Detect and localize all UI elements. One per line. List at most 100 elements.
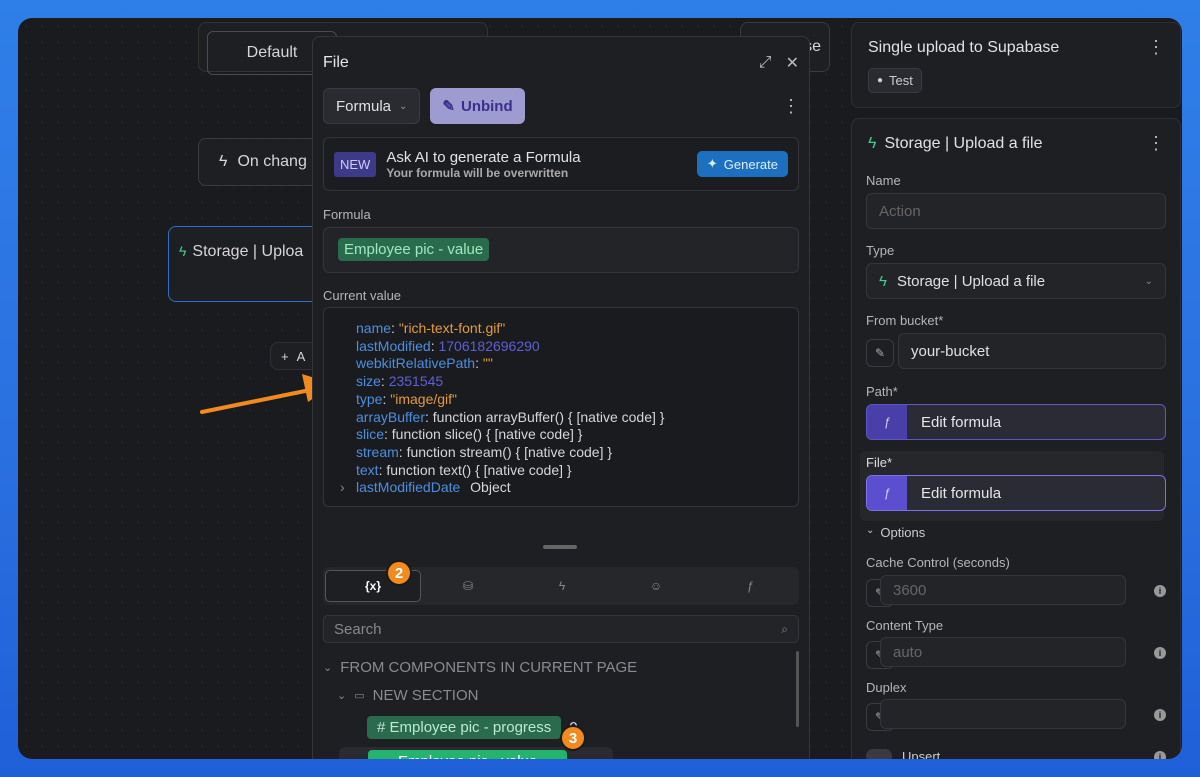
chevron-down-icon: ⌄	[337, 689, 347, 702]
value-key: lastModified	[356, 337, 431, 354]
current-value-box: name: "rich-text-font.gif" lastModified: …	[323, 307, 799, 507]
resize-handle[interactable]	[543, 545, 577, 549]
options-label: Options	[880, 525, 926, 540]
value-variable-chip[interactable]: Employee pic - value	[368, 749, 568, 759]
content-type-placeholder: auto	[893, 643, 923, 661]
value-val: function stream() { [native code] }	[406, 443, 613, 460]
ai-generate-box: NEW Ask AI to generate a Formula Your fo…	[323, 137, 799, 191]
info-icon[interactable]: i	[1154, 647, 1166, 659]
chevron-right-icon: ›	[355, 753, 360, 760]
workflow-title: Single upload to Supabase	[868, 38, 1060, 56]
variables-icon: {x}	[364, 579, 381, 593]
function-icon: ƒ	[867, 476, 907, 510]
value-line: arrayBuffer: function arrayBuffer() { [n…	[356, 408, 665, 425]
hash-icon: #	[377, 718, 390, 736]
value-val: function text() { [native code] }	[386, 461, 572, 478]
tree-subsection-row[interactable]: ⌄ ▭ NEW SECTION	[323, 681, 799, 709]
value-val: function arrayBuffer() { [native code] }	[432, 408, 665, 425]
value-val: ""	[482, 355, 493, 372]
bucket-value: your-bucket	[911, 342, 990, 360]
tab-formulas[interactable]: ƒ	[703, 570, 797, 602]
test-label: Test	[889, 73, 913, 88]
formula-editor[interactable]: Employee pic - value	[323, 227, 799, 273]
supabase-bolt-icon: ϟ	[868, 134, 877, 152]
formula-variable-chip[interactable]: Employee pic - value	[338, 238, 490, 261]
user-icon: ☺	[649, 579, 663, 593]
test-button[interactable]: ● Test	[868, 68, 922, 93]
file-formula-popup: File ⤢ ✕ Formula ⌄ ✎ Unbind ⋮ NEW Ask AI…	[312, 36, 810, 759]
section-icon: ▭	[354, 689, 365, 702]
bucket-label: From bucket*	[866, 313, 944, 328]
generate-button[interactable]: ✦ Generate	[696, 151, 788, 177]
duplex-input[interactable]	[880, 699, 1126, 729]
type-select[interactable]: ϟ Storage | Upload a file ⌄	[866, 263, 1166, 299]
arrow-annotation	[200, 374, 334, 414]
content-type-label: Content Type	[866, 618, 944, 633]
close-icon[interactable]: ✕	[786, 53, 799, 73]
search-input[interactable]: Search ⌕	[323, 615, 799, 643]
name-placeholder: Action	[879, 202, 921, 220]
name-input[interactable]: Action	[866, 193, 1166, 229]
cache-placeholder: 3600	[893, 581, 927, 599]
subsection-title: NEW SECTION	[372, 686, 479, 704]
bucket-input[interactable]: your-bucket	[898, 333, 1166, 369]
value-key: size	[356, 373, 381, 390]
cache-input[interactable]: 3600	[880, 575, 1126, 605]
tab-actions[interactable]: ϟ	[515, 570, 609, 602]
generate-label: Generate	[723, 156, 778, 172]
scrollbar[interactable]	[796, 651, 799, 727]
unbind-button[interactable]: ✎ Unbind	[430, 88, 525, 124]
progress-variable-chip[interactable]: # Employee pic - progress	[367, 715, 562, 739]
search-icon: ⌕	[781, 621, 788, 636]
unbind-label: Unbind	[460, 97, 513, 115]
name-label: Name	[866, 173, 901, 188]
tree-section-row[interactable]: ⌄ FROM COMPONENTS IN CURRENT PAGE	[323, 653, 799, 681]
info-icon[interactable]: i	[1154, 709, 1166, 721]
supabase-bolt-icon: ϟ	[879, 272, 887, 290]
bind-icon[interactable]: ✎	[866, 339, 894, 367]
expand-icon[interactable]: ⤢	[759, 54, 772, 72]
info-icon[interactable]: i	[1154, 585, 1166, 597]
upsert-toggle[interactable]	[866, 749, 892, 759]
value-key: slice	[356, 426, 385, 443]
more-options-icon[interactable]: ⋮	[1147, 133, 1165, 154]
more-options-icon[interactable]: ⋮	[1147, 37, 1165, 58]
value-key: text	[356, 461, 379, 478]
tab-data[interactable]: ⛁	[421, 570, 515, 602]
file-formula-button[interactable]: ƒ Edit formula	[866, 475, 1166, 511]
unplug-icon: ✎	[442, 98, 455, 115]
search-placeholder: Search	[334, 620, 382, 638]
popup-toolbar: Formula ⌄ ✎ Unbind ⋮	[323, 87, 800, 125]
new-badge: NEW	[334, 151, 377, 177]
value-val: "rich-text-font.gif"	[398, 320, 506, 336]
options-toggle[interactable]: ⌄ Options	[866, 525, 925, 540]
value-line: lastModified: 1706182696290	[356, 337, 540, 354]
info-icon[interactable]: i	[1154, 751, 1166, 759]
value-val: 2351545	[388, 373, 444, 390]
value-key: lastModifiedDate	[356, 479, 461, 496]
content-type-input[interactable]: auto	[880, 637, 1126, 667]
tab-user[interactable]: ☺	[609, 570, 703, 602]
chevron-down-icon: ⌄	[323, 661, 333, 674]
step-badge-3: 3	[560, 725, 586, 751]
last-modified-date-row[interactable]: › lastModifiedDate Object	[340, 479, 798, 497]
workflow-panel: Single upload to Supabase ⋮ ● Test	[851, 22, 1181, 108]
function-icon: ƒ	[746, 579, 754, 593]
value-line: stream: function stream() { [native code…	[356, 443, 613, 460]
more-options-icon[interactable]: ⋮	[782, 96, 800, 117]
value-val: Object	[470, 479, 511, 496]
formula-dropdown[interactable]: Formula ⌄	[323, 88, 421, 124]
database-icon: ⛁	[462, 579, 474, 593]
value-key: arrayBuffer	[356, 408, 425, 425]
section-title: FROM COMPONENTS IN CURRENT PAGE	[340, 658, 638, 676]
progress-variable-label: Employee pic - progress	[389, 718, 552, 736]
sparkle-icon: ✦	[706, 156, 718, 171]
step-badge-2: 2	[386, 560, 412, 586]
popup-title: File	[323, 54, 349, 71]
path-formula-button[interactable]: ƒ Edit formula	[866, 404, 1166, 440]
formula-label: Formula	[323, 207, 371, 222]
value-line: type: "image/gif"	[356, 390, 457, 407]
file-label: File*	[866, 455, 893, 470]
ai-subtitle: Your formula will be overwritten	[386, 165, 569, 180]
chevron-down-icon: ⌄	[866, 525, 875, 536]
